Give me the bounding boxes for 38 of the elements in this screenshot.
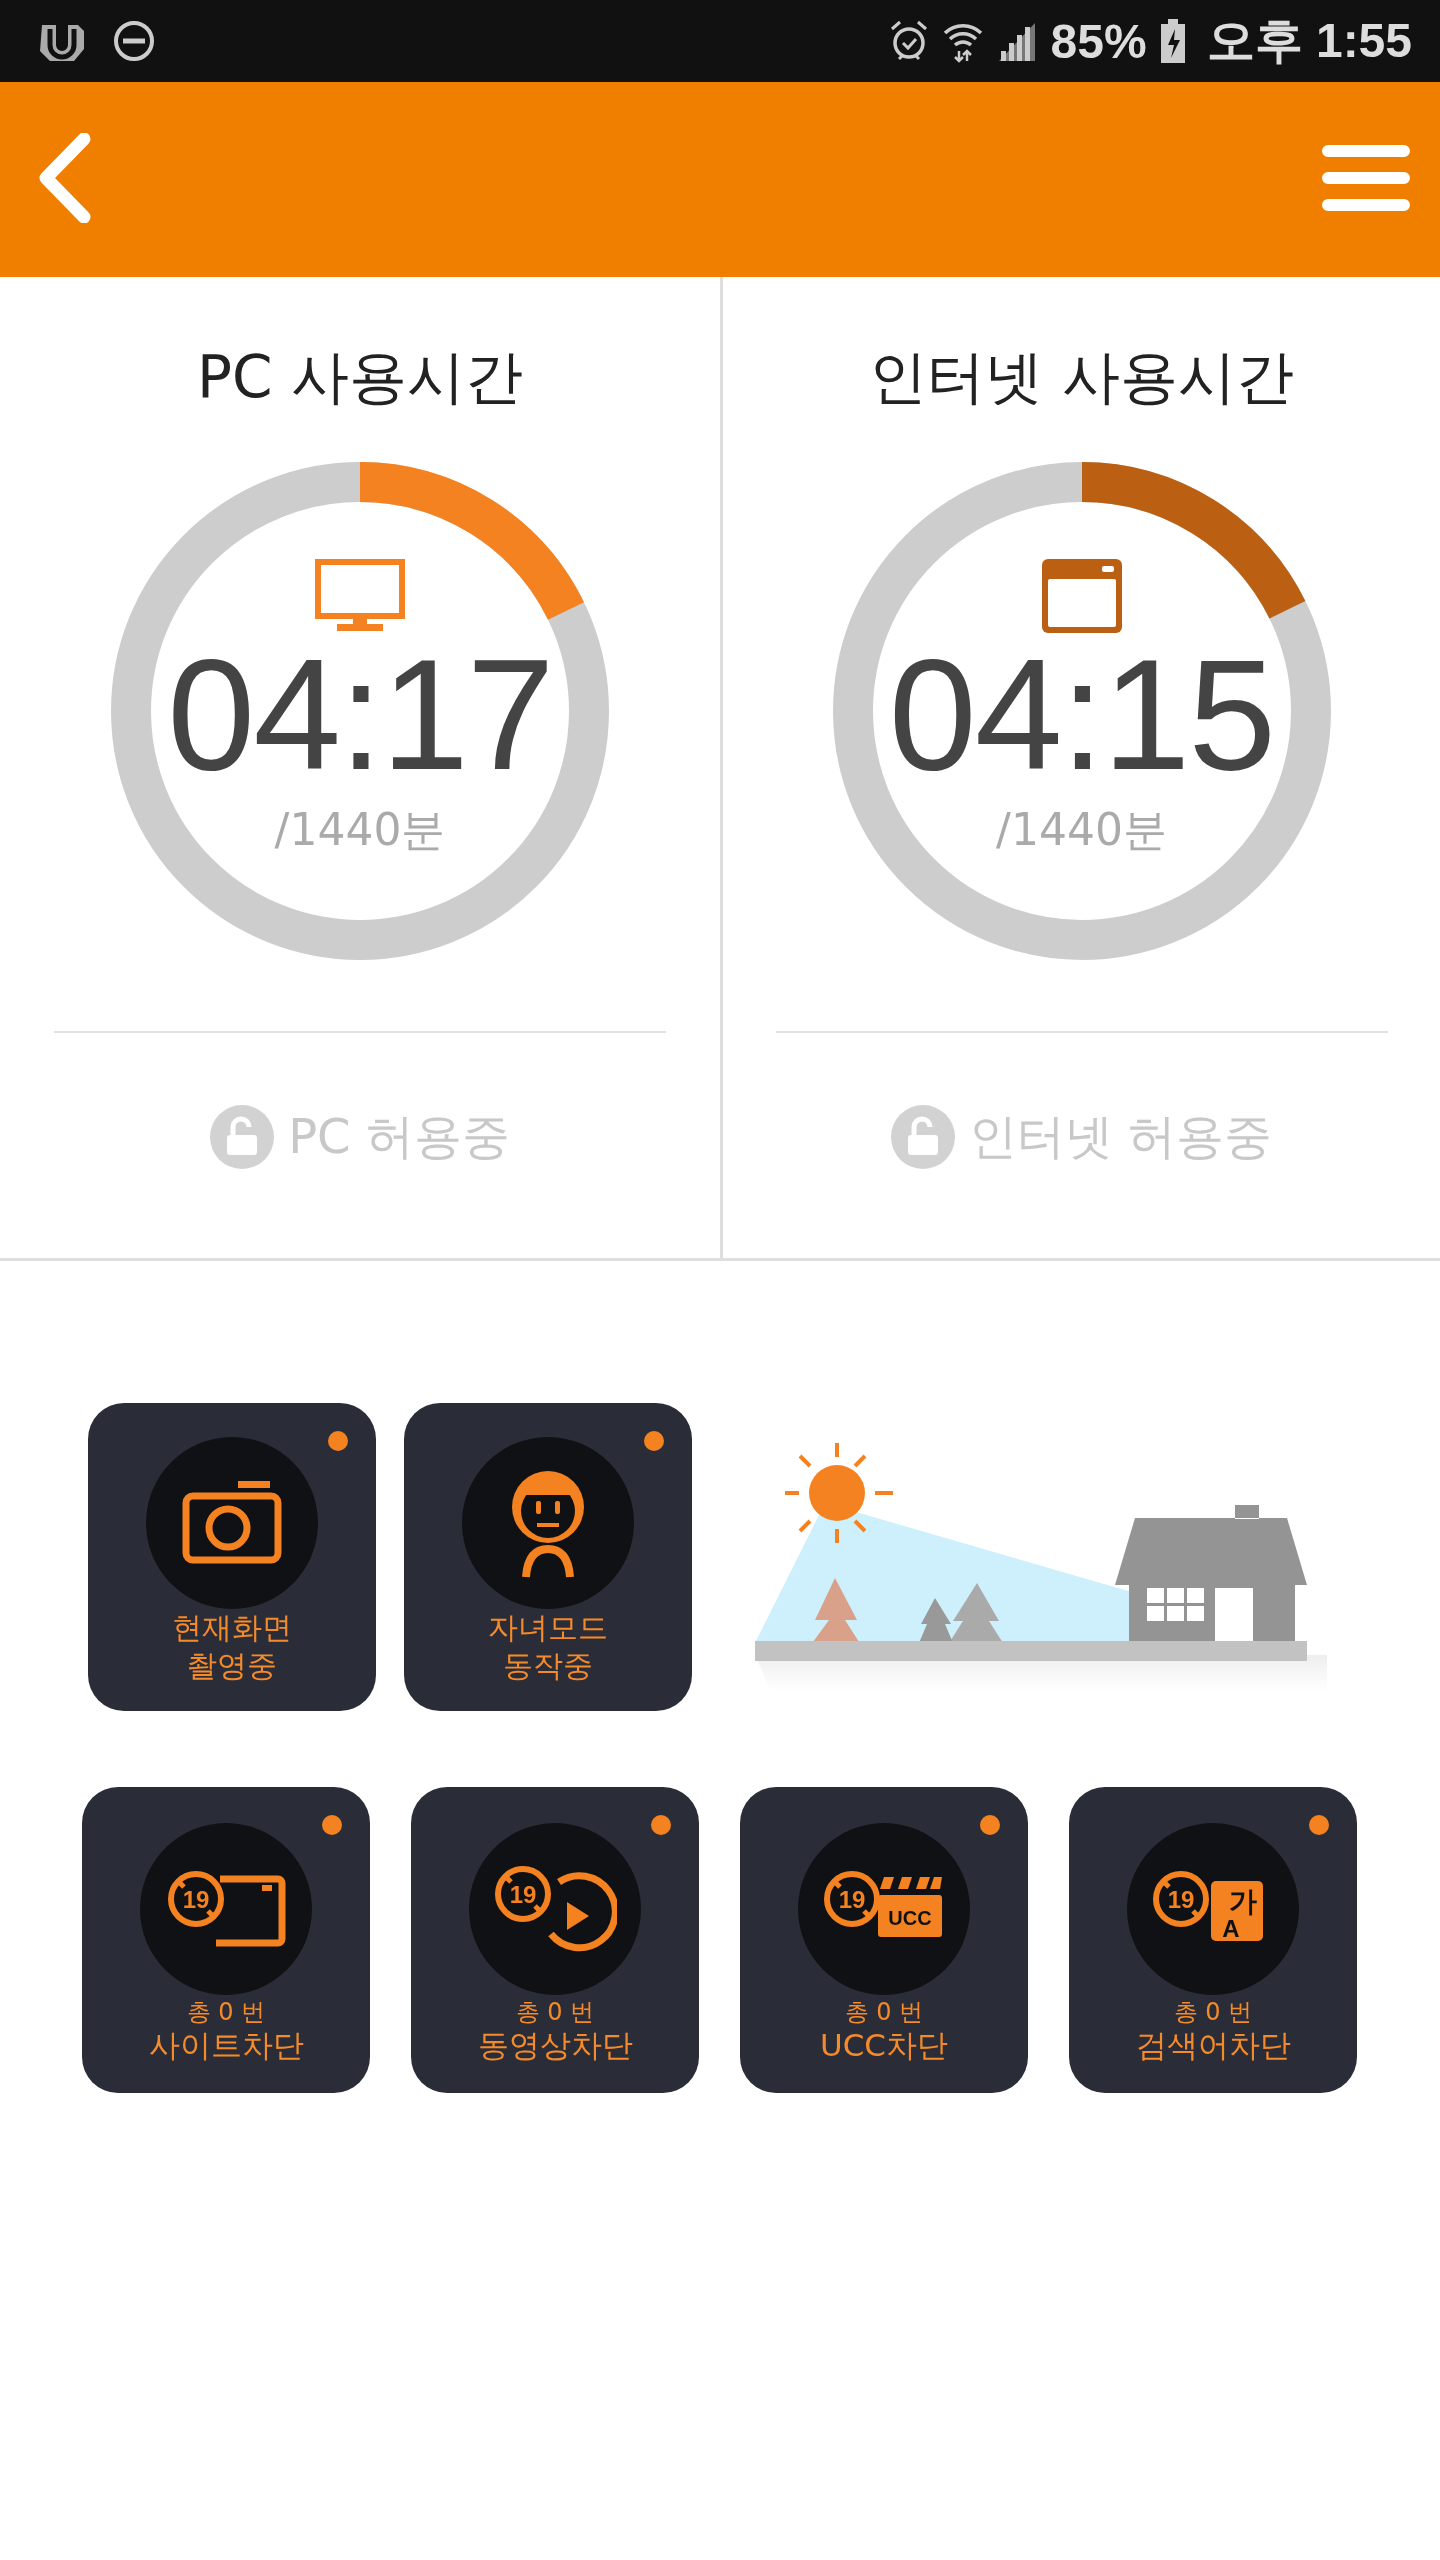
block-count: 총 0 번 — [186, 1997, 266, 2027]
block-count: 총 0 번 — [1173, 1997, 1253, 2027]
tile-label: 현재화면 촬영중 — [172, 1609, 292, 1685]
tile-label: UCC차단 — [820, 2027, 948, 2063]
tile-label: 동영상차단 — [477, 2027, 633, 2063]
daily-limit: /1440분 — [996, 803, 1167, 857]
block-tile[interactable]: 가 A 19 총 0 번 검색어차단 — [1069, 1787, 1357, 2093]
clock-time: 오후 1:55 — [1206, 13, 1412, 69]
panel-title: PC 사용시간 — [197, 342, 523, 413]
battery-charging-icon — [1160, 19, 1185, 63]
block-count: 총 0 번 — [844, 1997, 924, 2027]
indicator-dot — [644, 1431, 664, 1451]
indicator-dot — [651, 1815, 671, 1835]
indicator-dot — [980, 1815, 1000, 1835]
daily-limit: /1440분 — [274, 803, 446, 857]
block-tile[interactable]: 19 총 0 번 사이트차단 — [82, 1787, 370, 2093]
indicator-dot — [1309, 1815, 1329, 1835]
block-tile[interactable]: 19 총 0 번 동영상차단 — [411, 1787, 699, 2093]
browser-window-icon — [1041, 559, 1122, 633]
status-tile[interactable]: 자녀모드 동작중 — [404, 1403, 692, 1711]
usage-time: 04:15 — [888, 635, 1275, 793]
monitor-icon — [315, 559, 405, 633]
tile-label: 자녀모드 동작중 — [488, 1609, 608, 1685]
block-count: 총 0 번 — [515, 1997, 595, 2027]
usage-time: 04:17 — [167, 635, 553, 793]
alarm-icon — [888, 19, 929, 63]
indicator-dot — [328, 1431, 348, 1451]
camera-icon — [182, 1481, 282, 1565]
do-not-disturb-icon — [112, 19, 156, 63]
panel-title: 인터넷 사용시간 — [869, 342, 1294, 413]
menu-button[interactable] — [1322, 145, 1410, 214]
tile-label: 사이트차단 — [148, 2027, 304, 2063]
block-tile[interactable]: UCC 19 총 0 번 UCC차단 — [740, 1787, 1028, 2093]
battery-percent: 85% — [1050, 13, 1147, 69]
indicator-dot — [322, 1815, 342, 1835]
signal-icon — [996, 21, 1037, 61]
status-tile[interactable]: 현재화면 촬영중 — [88, 1403, 376, 1711]
tile-label: 검색어차단 — [1135, 2027, 1291, 2063]
